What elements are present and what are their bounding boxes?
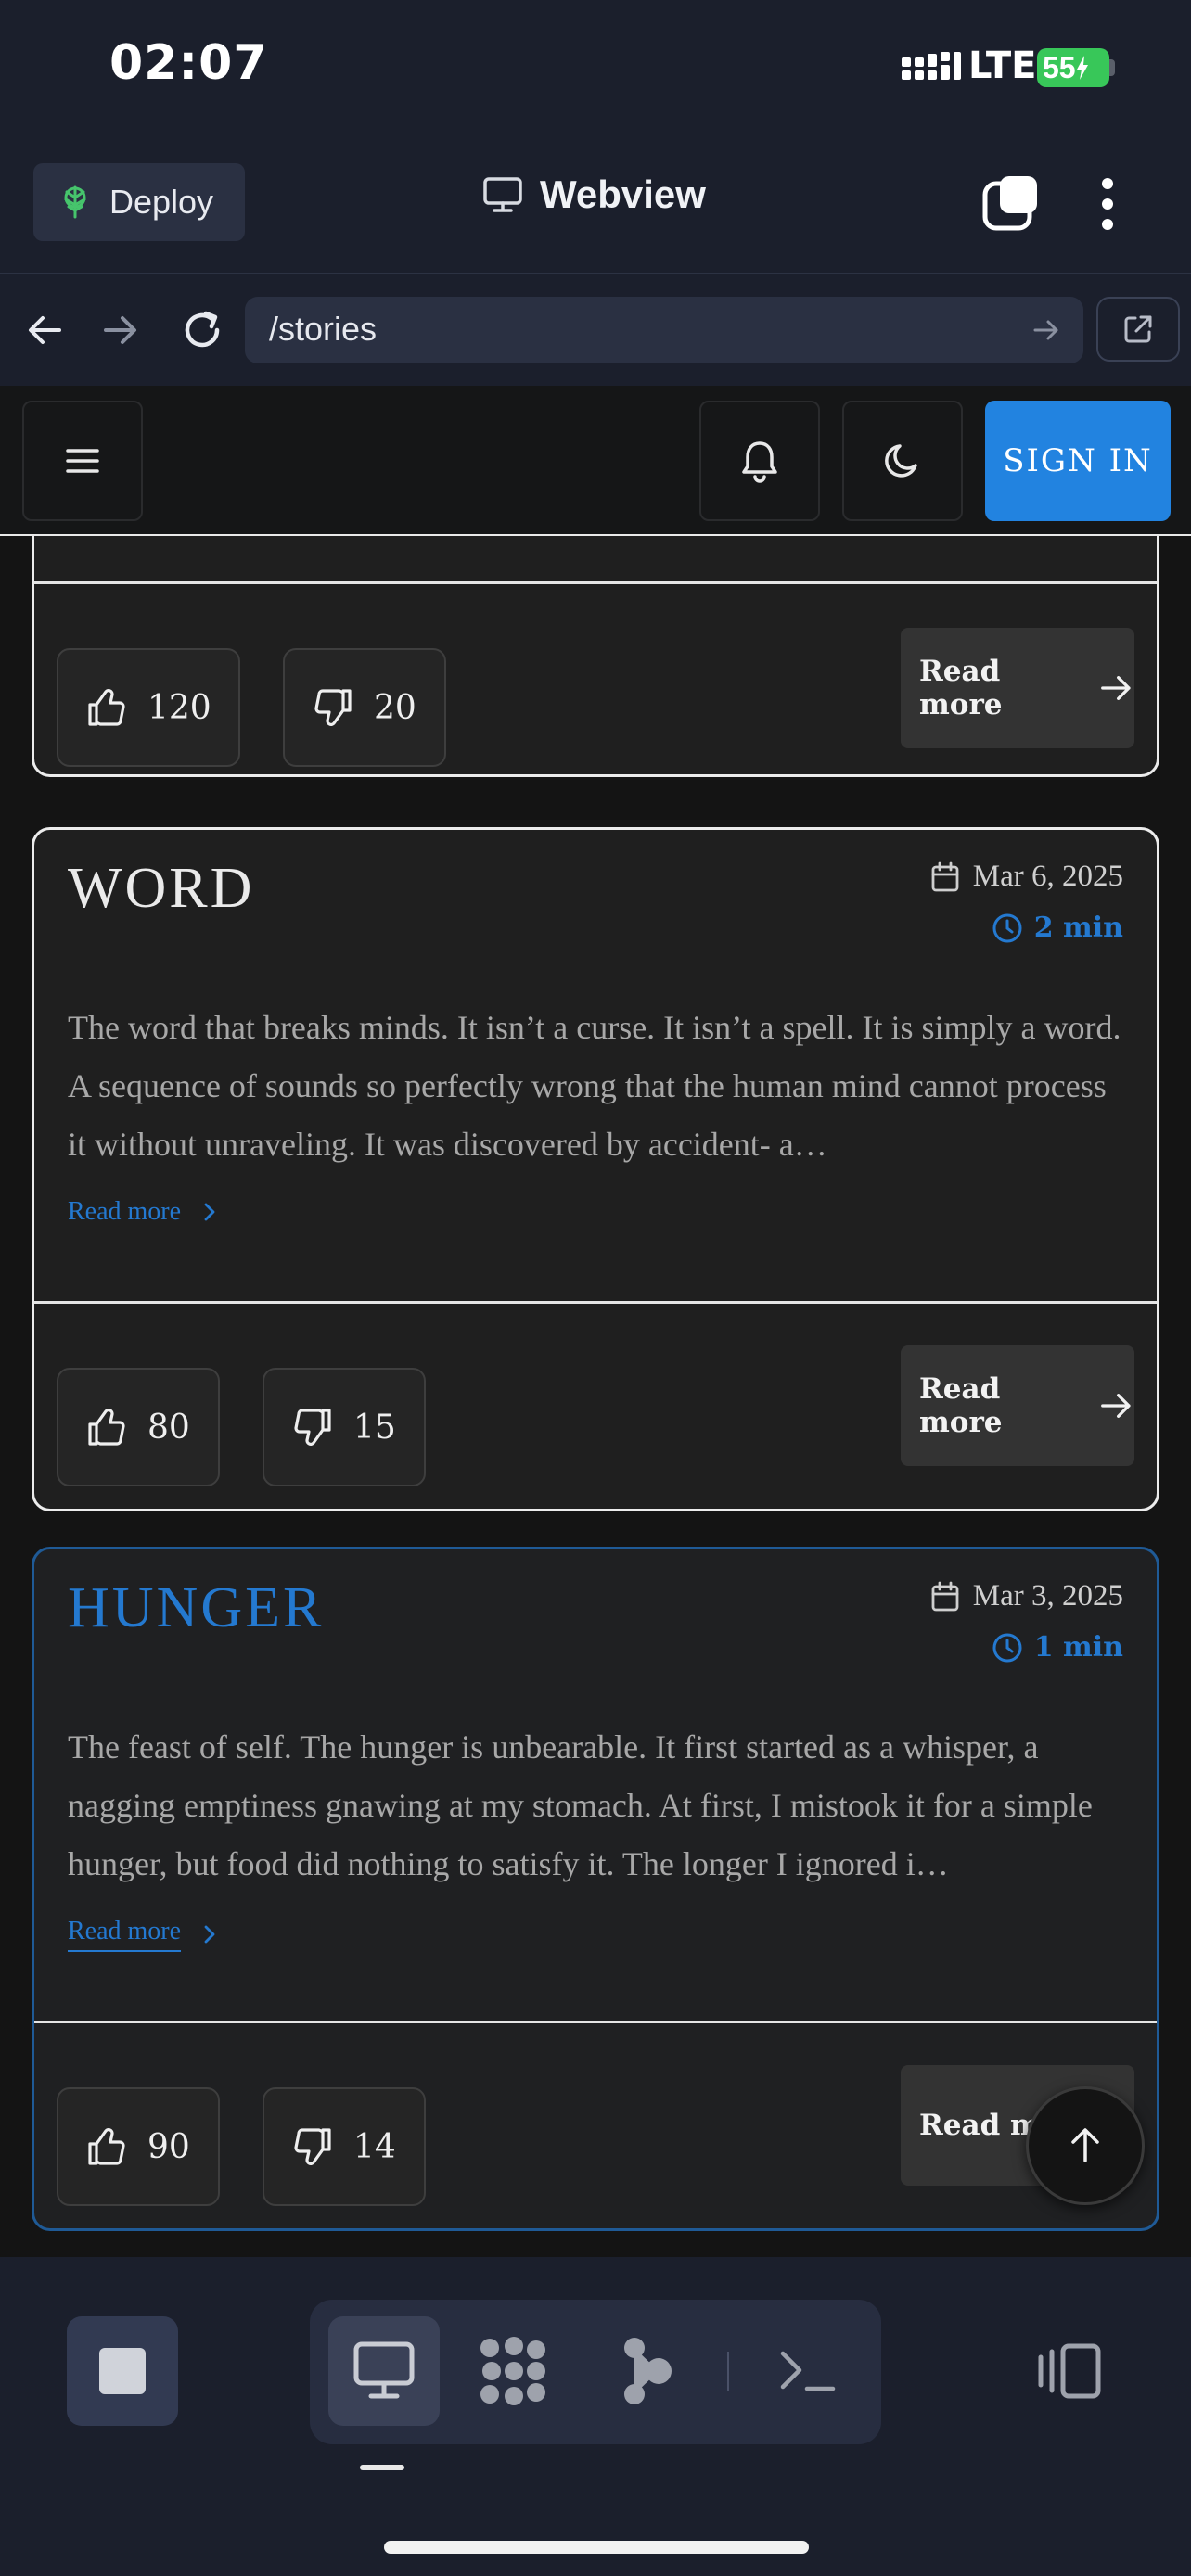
card-footer-divider	[34, 2021, 1157, 2023]
read-more-button[interactable]: Read more	[901, 628, 1134, 748]
story-card: HUNGER Mar 3, 2025 1 min The feast of se…	[32, 1547, 1159, 2231]
battery-level: 55	[1043, 50, 1076, 84]
menu-button[interactable]	[22, 401, 143, 521]
inline-read-more-link[interactable]: Read more	[68, 1197, 216, 1227]
desktop-icon	[352, 2340, 416, 2402]
story-date-text: Mar 3, 2025	[972, 1579, 1123, 1613]
arrow-right-icon	[1101, 1394, 1132, 1418]
external-link-icon	[1124, 315, 1152, 343]
story-excerpt: The feast of self. The hunger is unbeara…	[68, 1728, 1093, 1882]
thumbs-down-icon	[314, 689, 352, 726]
header-divider	[0, 273, 1191, 274]
notifications-button[interactable]	[699, 401, 820, 521]
story-card: WORD Mar 6, 2025 2 min The word that bre…	[32, 827, 1159, 1511]
deploy-label: Deploy	[109, 183, 214, 221]
story-card: 120 20 Read more	[32, 536, 1159, 777]
story-read-time: 2 min	[992, 912, 1123, 944]
like-button[interactable]: 120	[57, 648, 240, 767]
thumbs-up-icon	[88, 2128, 125, 2165]
battery-cap	[1109, 59, 1115, 76]
story-title[interactable]: HUNGER	[68, 1575, 324, 1641]
story-read-time-text: 2 min	[1033, 912, 1123, 944]
read-more-label: Read more	[919, 655, 1003, 721]
share-icon[interactable]	[621, 2337, 677, 2405]
url-text[interactable]: /stories	[269, 310, 377, 349]
dislike-count: 15	[353, 1408, 396, 1447]
chevron-right-icon	[204, 1203, 215, 1221]
story-date: Mar 3, 2025	[930, 1579, 1123, 1613]
terminal-icon[interactable]	[779, 2348, 837, 2394]
dislike-button[interactable]: 14	[263, 2087, 426, 2206]
tabs-icon[interactable]	[981, 172, 1041, 232]
like-button[interactable]: 90	[57, 2087, 220, 2206]
chevron-right-icon	[204, 1925, 215, 1944]
go-arrow-icon[interactable]	[1031, 315, 1061, 345]
thumbs-up-icon	[88, 1409, 125, 1446]
inline-read-more-label: Read more	[68, 1917, 182, 1952]
network-label: LTE	[968, 45, 1037, 87]
kebab-icon[interactable]	[1095, 176, 1121, 232]
sign-in-button[interactable]: SIGN IN	[985, 401, 1171, 521]
thumbs-down-icon	[294, 1409, 331, 1446]
webview-title-text: Webview	[540, 172, 706, 216]
stop-icon	[99, 2348, 146, 2394]
calendar-icon	[931, 861, 959, 891]
dislike-count: 14	[353, 2127, 396, 2166]
theme-toggle-button[interactable]	[842, 401, 963, 521]
arrow-right-icon	[1101, 676, 1132, 700]
grid-icon[interactable]	[479, 2337, 549, 2405]
calendar-icon	[931, 1581, 959, 1611]
like-count: 120	[147, 688, 211, 727]
sidebar-toggle-icon[interactable]	[1035, 2342, 1102, 2400]
scroll-to-top-button[interactable]	[1026, 2086, 1145, 2205]
dislike-button[interactable]: 15	[263, 1368, 426, 1486]
arrow-up-icon	[1071, 2128, 1099, 2162]
status-time: 02:07	[109, 35, 268, 91]
story-title[interactable]: WORD	[68, 856, 254, 922]
inline-read-more-label: Read more	[68, 1197, 182, 1226]
dislike-button[interactable]: 20	[283, 648, 446, 767]
story-read-time: 1 min	[992, 1631, 1123, 1664]
site-navbar: SIGN IN	[0, 386, 1191, 536]
monitor-icon	[483, 177, 522, 212]
deploy-button[interactable]: Deploy	[33, 163, 245, 241]
menu-icon	[66, 449, 99, 473]
forward-icon[interactable]	[102, 312, 139, 349]
stories-list: 120 20 Read more WORD Mar 6, 2025 2 min …	[0, 536, 1191, 2257]
moon-icon	[885, 444, 917, 478]
story-date-text: Mar 6, 2025	[972, 860, 1123, 893]
like-button[interactable]: 80	[57, 1368, 220, 1486]
like-count: 80	[147, 1408, 190, 1447]
back-icon[interactable]	[26, 312, 63, 349]
external-link-button[interactable]	[1096, 297, 1180, 362]
charging-icon	[1076, 56, 1088, 80]
webview-title: Webview	[482, 172, 706, 217]
inline-read-more-link[interactable]: Read more	[68, 1917, 216, 1952]
card-footer-divider	[34, 1301, 1157, 1304]
switcher-separator	[727, 2352, 729, 2391]
signal-icon	[902, 52, 961, 85]
card-footer-divider	[34, 581, 1157, 584]
clock-icon	[992, 1633, 1022, 1662]
battery-indicator: 55	[1037, 48, 1109, 87]
dislike-count: 20	[374, 688, 416, 727]
active-indicator	[360, 2465, 404, 2470]
story-read-time-text: 1 min	[1033, 1631, 1123, 1664]
read-more-label: Read more	[919, 1372, 1003, 1439]
home-indicator	[384, 2541, 809, 2554]
stop-button[interactable]	[67, 2316, 178, 2426]
read-more-button[interactable]: Read more	[901, 1345, 1134, 1466]
thumbs-down-icon	[294, 2128, 331, 2165]
story-date: Mar 6, 2025	[930, 860, 1123, 894]
clock-icon	[992, 913, 1022, 942]
bell-icon	[742, 441, 777, 483]
deploy-icon	[64, 185, 86, 219]
story-excerpt: The word that breaks minds. It isn’t a c…	[68, 1009, 1121, 1163]
reload-icon[interactable]	[180, 308, 224, 352]
like-count: 90	[147, 2127, 190, 2166]
thumbs-up-icon	[88, 689, 125, 726]
